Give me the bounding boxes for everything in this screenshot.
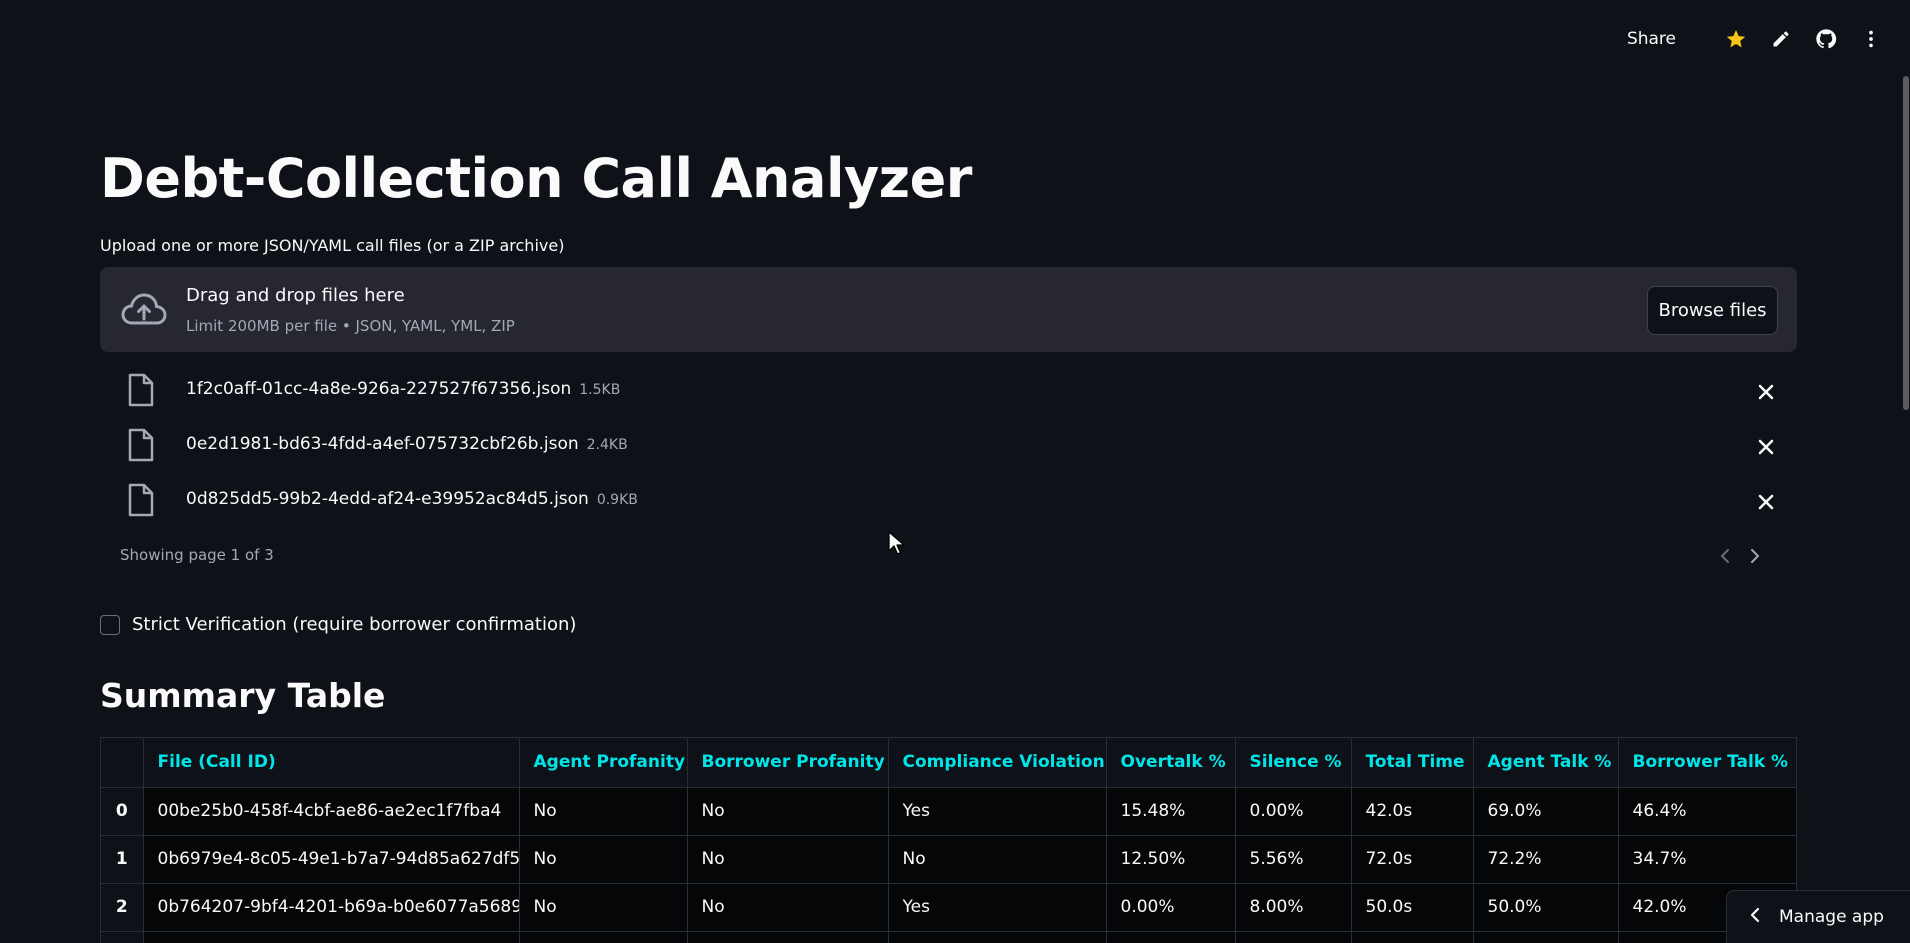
summary-table[interactable]: File (Call ID) Agent Profanity Borrower … xyxy=(100,737,1797,943)
close-icon[interactable] xyxy=(1755,381,1777,403)
table-cell[interactable] xyxy=(1473,931,1619,943)
file-icon xyxy=(126,428,156,466)
table-cell[interactable] xyxy=(143,931,520,943)
table-cell[interactable]: Yes xyxy=(888,787,1107,836)
strict-verification-label: Strict Verification (require borrower co… xyxy=(132,614,577,635)
uploaded-file-row: 1f2c0aff-01cc-4a8e-926a-227527f67356.jso… xyxy=(100,367,1797,417)
table-cell[interactable] xyxy=(1235,931,1352,943)
table-row xyxy=(101,931,1796,943)
table-cell[interactable]: No xyxy=(519,835,688,884)
manage-app-button[interactable]: Manage app xyxy=(1726,890,1910,943)
table-cell[interactable]: 8.00% xyxy=(1235,883,1352,932)
pagination-status: Showing page 1 of 3 xyxy=(120,546,274,564)
file-name: 0e2d1981-bd63-4fdd-a4ef-075732cbf26b.jso… xyxy=(186,434,628,454)
table-cell[interactable]: 72.0s xyxy=(1351,835,1474,884)
column-header-borrower-profanity[interactable]: Borrower Profanity xyxy=(687,738,889,788)
share-button[interactable]: Share xyxy=(1627,29,1676,49)
close-icon[interactable] xyxy=(1755,491,1777,513)
file-size: 1.5KB xyxy=(579,382,621,398)
app-toolbar: Share xyxy=(1627,24,1884,54)
github-icon[interactable] xyxy=(1813,26,1839,52)
table-cell[interactable]: 0b764207-9bf4-4201-b69a-b0e6077a5689 xyxy=(143,883,520,932)
star-icon[interactable] xyxy=(1723,26,1749,52)
table-cell[interactable]: 50.0s xyxy=(1351,883,1474,932)
table-cell[interactable] xyxy=(888,931,1107,943)
dropzone-limit-text: Limit 200MB per file • JSON, YAML, YML, … xyxy=(186,317,515,335)
chevron-right-icon[interactable] xyxy=(1747,546,1763,566)
table-cell[interactable]: No xyxy=(687,835,889,884)
strict-verification-option[interactable]: Strict Verification (require borrower co… xyxy=(100,614,576,635)
table-cell[interactable]: No xyxy=(519,787,688,836)
file-icon xyxy=(126,373,156,411)
file-icon xyxy=(126,483,156,521)
table-cell[interactable]: 0b6979e4-8c05-49e1-b7a7-94d85a627df5 xyxy=(143,835,520,884)
file-size: 2.4KB xyxy=(586,437,628,453)
table-cell[interactable]: 12.50% xyxy=(1106,835,1236,884)
more-vertical-icon[interactable] xyxy=(1858,26,1884,52)
file-name-text: 0d825dd5-99b2-4edd-af24-e39952ac84d5.jso… xyxy=(186,489,589,509)
table-cell[interactable] xyxy=(101,931,144,943)
table-cell[interactable] xyxy=(1351,931,1474,943)
table-cell[interactable]: 0.00% xyxy=(1106,883,1236,932)
pagination-nav xyxy=(1717,546,1763,566)
manage-app-label: Manage app xyxy=(1779,907,1884,927)
table-cell[interactable]: No xyxy=(888,835,1107,884)
column-header-file[interactable]: File (Call ID) xyxy=(143,738,520,788)
page-scrollbar[interactable] xyxy=(1903,76,1909,410)
table-cell[interactable]: 42.0s xyxy=(1351,787,1474,836)
table-row: 0 00be25b0-458f-4cbf-ae86-ae2ec1f7fba4 N… xyxy=(101,787,1796,836)
table-row: 1 0b6979e4-8c05-49e1-b7a7-94d85a627df5 N… xyxy=(101,835,1796,884)
file-name-text: 0e2d1981-bd63-4fdd-a4ef-075732cbf26b.jso… xyxy=(186,434,579,454)
table-cell[interactable]: 15.48% xyxy=(1106,787,1236,836)
table-cell[interactable]: No xyxy=(687,883,889,932)
column-header-index[interactable] xyxy=(101,738,144,788)
table-cell[interactable] xyxy=(519,931,688,943)
table-cell[interactable]: 46.4% xyxy=(1618,787,1796,836)
table-cell[interactable]: Yes xyxy=(888,883,1107,932)
table-cell[interactable]: No xyxy=(687,787,889,836)
table-cell[interactable]: 0.00% xyxy=(1235,787,1352,836)
table-cell[interactable]: No xyxy=(519,883,688,932)
cloud-upload-icon xyxy=(120,289,168,333)
table-cell[interactable]: 34.7% xyxy=(1618,835,1796,884)
column-header-total-time[interactable]: Total Time xyxy=(1351,738,1474,788)
file-name: 0d825dd5-99b2-4edd-af24-e39952ac84d5.jso… xyxy=(186,489,638,509)
summary-table-title: Summary Table xyxy=(100,676,386,715)
file-size: 0.9KB xyxy=(596,492,638,508)
table-cell[interactable]: 5.56% xyxy=(1235,835,1352,884)
table-cell[interactable]: 72.2% xyxy=(1473,835,1619,884)
table-cell[interactable] xyxy=(1106,931,1236,943)
table-cell[interactable]: 50.0% xyxy=(1473,883,1619,932)
file-name: 1f2c0aff-01cc-4a8e-926a-227527f67356.jso… xyxy=(186,379,620,399)
close-icon[interactable] xyxy=(1755,436,1777,458)
uploaded-file-row: 0e2d1981-bd63-4fdd-a4ef-075732cbf26b.jso… xyxy=(100,422,1797,472)
table-header-row: File (Call ID) Agent Profanity Borrower … xyxy=(101,738,1796,788)
browse-files-button[interactable]: Browse files xyxy=(1647,286,1778,335)
column-header-agent-talk[interactable]: Agent Talk % xyxy=(1473,738,1619,788)
column-header-compliance-violation[interactable]: Compliance Violation xyxy=(888,738,1107,788)
column-header-overtalk[interactable]: Overtalk % xyxy=(1106,738,1236,788)
uploader-label: Upload one or more JSON/YAML call files … xyxy=(100,236,565,255)
table-cell[interactable]: 69.0% xyxy=(1473,787,1619,836)
dropzone-title: Drag and drop files here xyxy=(186,285,405,306)
strict-verification-checkbox[interactable] xyxy=(100,614,120,635)
table-cell[interactable] xyxy=(687,931,889,943)
column-header-silence[interactable]: Silence % xyxy=(1235,738,1352,788)
file-name-text: 1f2c0aff-01cc-4a8e-926a-227527f67356.jso… xyxy=(186,379,572,399)
table-cell[interactable]: 1 xyxy=(101,835,144,884)
uploaded-file-row: 0d825dd5-99b2-4edd-af24-e39952ac84d5.jso… xyxy=(100,477,1797,527)
file-dropzone[interactable]: Drag and drop files here Limit 200MB per… xyxy=(100,267,1797,352)
table-cell[interactable]: 2 xyxy=(101,883,144,932)
chevron-left-icon[interactable] xyxy=(1717,546,1733,566)
column-header-agent-profanity[interactable]: Agent Profanity xyxy=(519,738,688,788)
table-cell[interactable]: 00be25b0-458f-4cbf-ae86-ae2ec1f7fba4 xyxy=(143,787,520,836)
chevron-left-icon xyxy=(1749,906,1761,928)
mouse-cursor-icon xyxy=(887,530,905,560)
pencil-icon[interactable] xyxy=(1768,26,1794,52)
table-cell[interactable]: 0 xyxy=(101,787,144,836)
page-title: Debt-Collection Call Analyzer xyxy=(100,147,972,210)
table-row: 2 0b764207-9bf4-4201-b69a-b0e6077a5689 N… xyxy=(101,883,1796,932)
column-header-borrower-talk[interactable]: Borrower Talk % xyxy=(1618,738,1796,788)
